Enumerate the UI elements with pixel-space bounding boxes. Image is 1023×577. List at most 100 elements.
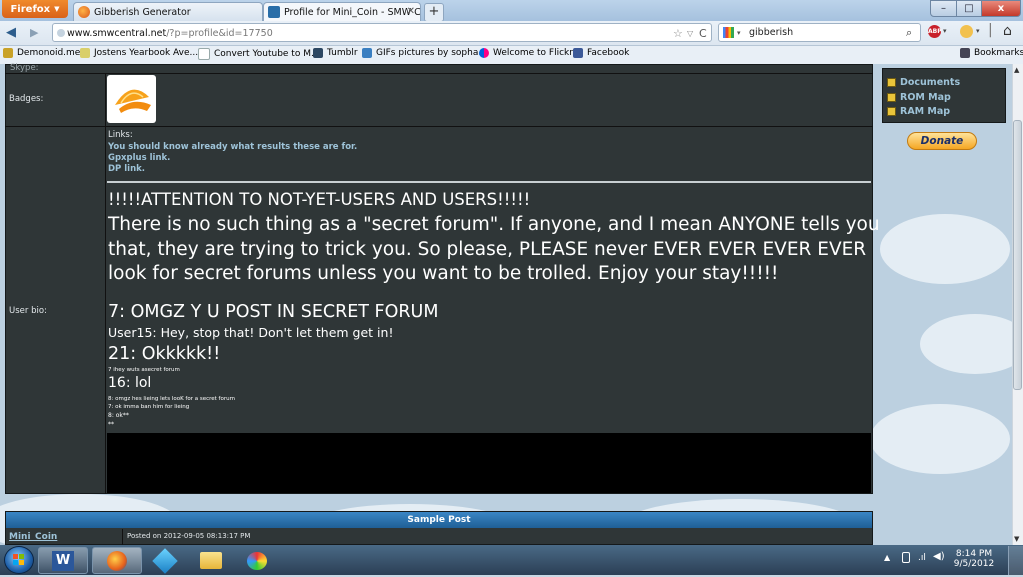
flickr-icon <box>479 48 489 58</box>
start-button[interactable] <box>4 546 34 574</box>
forward-arrow-icon[interactable]: ▶ <box>30 26 38 39</box>
links-heading: Links: <box>108 130 133 140</box>
chat-line-3: 21: Okkkkk!! <box>108 344 221 364</box>
url-bar[interactable]: www.smwcentral.net/?p=profile&id=17750 ☆… <box>52 23 712 42</box>
horizontal-rule <box>107 181 871 183</box>
facebook-icon <box>573 48 583 58</box>
dp-link[interactable]: DP link. <box>108 164 145 174</box>
results-link[interactable]: You should know already what results the… <box>108 142 357 152</box>
word-taskbar-button[interactable]: W <box>38 547 88 574</box>
orange-slice-icon <box>115 89 151 113</box>
sidebar-item-ram-map[interactable]: RAM Map <box>887 106 950 117</box>
show-hidden-icons[interactable]: ▲ <box>884 553 890 562</box>
clock-date: 9/5/2012 <box>953 559 995 569</box>
chat-line-7: 7: ok imma ban him for lieing <box>108 404 190 410</box>
reload-icon[interactable]: C <box>699 24 707 43</box>
warning-line-3: look for secret forums unless you want t… <box>108 263 779 284</box>
donate-button[interactable]: Donate <box>907 132 977 150</box>
chat-line-2: User15: Hey, stop that! Don't let them g… <box>108 325 394 340</box>
clock-time: 8:14 PM <box>955 549 993 559</box>
demonoid-icon <box>3 48 13 58</box>
dropdown-arrow-icon[interactable]: ▽ <box>687 24 693 43</box>
sidebar-item-documents[interactable]: Documents <box>887 77 960 88</box>
bookmark-star-icon[interactable]: ☆ <box>673 24 683 43</box>
chevron-down-icon: ▼ <box>54 5 60 13</box>
search-input[interactable]: ▾ gibberish ⌕ <box>718 23 921 42</box>
separator-icon: | <box>988 22 993 38</box>
bookmark-gifs[interactable]: GIFs pictures by sopha... <box>362 48 487 58</box>
warning-line-1: There is no such thing as a "secret foru… <box>108 214 880 235</box>
chat-line-1: 7: OMGZ Y U POST IN SECRET FORUM <box>108 302 439 322</box>
gpxplus-link[interactable]: Gpxplus link. <box>108 153 170 163</box>
firefox-taskbar-button[interactable] <box>92 547 142 574</box>
close-tab-icon[interactable]: ✕ <box>407 6 415 17</box>
google-icon[interactable] <box>723 27 734 38</box>
tumblr-icon <box>313 48 323 58</box>
tab-gibberish-generator[interactable]: Gibberish Generator <box>73 2 263 21</box>
scroll-up-icon[interactable]: ▲ <box>1014 66 1019 74</box>
firefox-menu-button[interactable]: Firefox ▼ <box>2 0 68 18</box>
page-icon <box>198 48 210 60</box>
jostens-icon <box>80 48 90 58</box>
greasemonkey-icon[interactable] <box>960 25 973 38</box>
maximize-button[interactable]: □ <box>956 0 982 17</box>
chat-line-4: 7 ihey wuts asecret forum <box>108 367 180 373</box>
bookmark-tumblr[interactable]: Tumblr <box>313 48 358 58</box>
gifs-icon <box>362 48 372 58</box>
orange-badge[interactable] <box>107 75 156 123</box>
scroll-down-icon[interactable]: ▼ <box>1014 535 1019 543</box>
folder-icon <box>887 93 896 102</box>
scrollbar-thumb[interactable] <box>1013 120 1022 390</box>
attention-heading: !!!!!ATTENTION TO NOT-YET-USERS AND USER… <box>108 190 531 209</box>
firefox-icon <box>78 6 90 18</box>
chat-line-6: 8: omgz hes lieing lets looK for a secre… <box>108 396 235 402</box>
explorer-taskbar-button[interactable] <box>186 547 236 574</box>
adblock-dropdown-icon[interactable]: ▾ <box>943 27 947 35</box>
sample-post-header: Sample Post <box>6 512 872 528</box>
username-link[interactable]: Mini_Coin <box>9 532 57 542</box>
back-arrow-icon[interactable]: ◀ <box>6 25 16 40</box>
clock[interactable]: 8:14 PM 9/5/2012 <box>952 549 996 569</box>
network-icon[interactable]: .ıl <box>918 553 926 563</box>
cloud-decoration <box>870 404 1010 474</box>
bookmark-jostens[interactable]: Jostens Yearbook Ave... <box>80 48 198 58</box>
chat-line-5: 16: lol <box>108 375 152 391</box>
bookmark-demonoid[interactable]: Demonoid.me <box>3 48 80 58</box>
search-icon[interactable]: ⌕ <box>906 24 912 42</box>
tab-profile-mini-coin[interactable]: Profile for Mini_Coin - SMW Central ✕ <box>263 2 421 21</box>
engine-dropdown-icon[interactable]: ▾ <box>737 24 741 42</box>
word-icon: W <box>52 550 74 571</box>
show-desktop-button[interactable] <box>1008 546 1023 575</box>
bookmark-convert-youtube[interactable]: Convert Youtube to M... <box>198 48 320 60</box>
volume-icon[interactable]: ◀) <box>933 551 945 562</box>
cube-icon <box>152 547 178 574</box>
close-window-button[interactable]: x <box>981 0 1021 17</box>
posted-timestamp: Posted on 2012-09-05 08:13:17 PM <box>127 532 251 540</box>
row-divider <box>5 126 873 127</box>
column-divider <box>122 529 123 545</box>
chat-line-9: ** <box>108 421 114 428</box>
battery-icon[interactable] <box>902 552 910 563</box>
home-icon[interactable]: ⌂ <box>1003 23 1012 39</box>
minimize-button[interactable]: – <box>930 0 957 17</box>
folder-icon <box>887 107 896 116</box>
bookmarks-menu-button[interactable]: Bookmarks <box>960 48 1023 58</box>
paint-taskbar-button[interactable] <box>232 547 282 574</box>
windows-logo-icon <box>13 554 24 565</box>
bookmarks-icon <box>960 48 970 58</box>
greasemonkey-dropdown-icon[interactable]: ▾ <box>976 27 980 35</box>
badges-label: Badges: <box>9 94 44 104</box>
folder-icon <box>200 552 222 569</box>
adblock-icon[interactable]: ABP <box>928 25 942 38</box>
new-tab-button[interactable]: + <box>424 3 444 22</box>
bookmark-facebook[interactable]: Facebook <box>573 48 629 58</box>
embedded-media-box[interactable] <box>107 433 871 493</box>
3d-app-taskbar-button[interactable] <box>140 547 190 574</box>
sidebar-item-rom-map[interactable]: ROM Map <box>887 92 951 103</box>
column-divider <box>105 73 106 494</box>
site-identity-icon[interactable] <box>57 29 65 37</box>
skype-label: Skype: <box>10 63 39 73</box>
bookmark-flickr[interactable]: Welcome to Flickr! <box>479 48 577 58</box>
smw-central-icon <box>268 6 280 18</box>
row-divider <box>5 73 873 74</box>
